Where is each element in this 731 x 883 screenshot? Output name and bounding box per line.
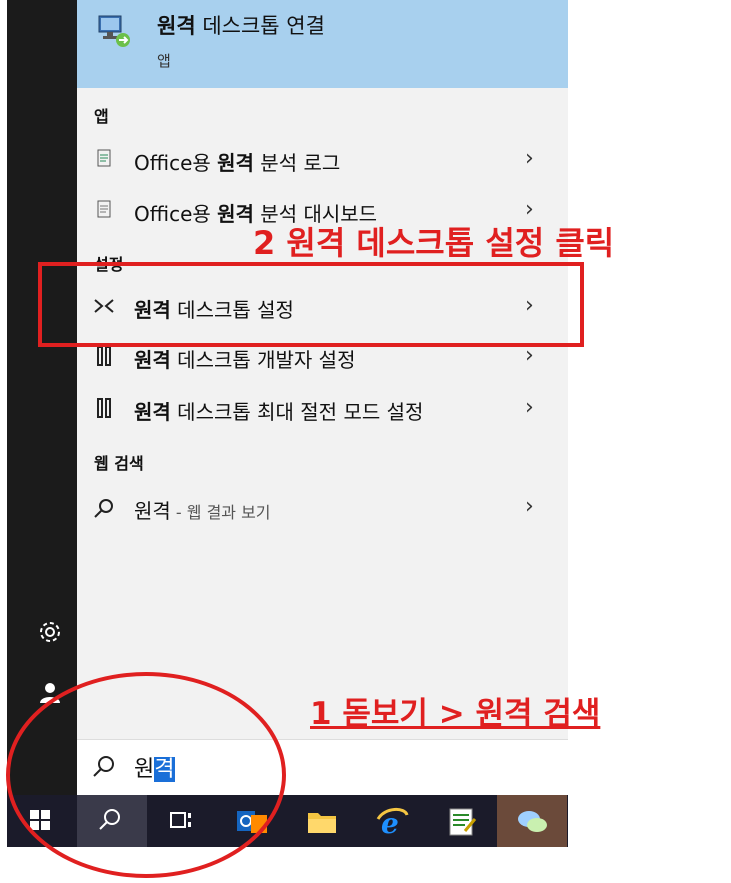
- document-icon: [93, 200, 115, 222]
- list-item-web-search[interactable]: 원격 - 웹 결과 보기 ›: [77, 485, 568, 533]
- tools-icon: [93, 398, 115, 420]
- annotation-circle: [6, 672, 286, 878]
- tools-icon: [93, 346, 115, 368]
- annotation-step-2: 2 원격 데스크톱 설정 클릭: [253, 224, 615, 262]
- list-item-label: 원격 데스크톱 개발자 설정: [134, 348, 356, 372]
- list-item-label: 원격 데스크톱 최대 절전 모드 설정: [134, 400, 424, 424]
- chevron-right-icon: ›: [525, 494, 534, 519]
- annotation-highlight-box: [38, 262, 584, 347]
- notepad-app-button[interactable]: [427, 795, 497, 847]
- chevron-right-icon: ›: [525, 146, 534, 171]
- top-result-subtitle: 앱: [157, 52, 171, 70]
- section-header-web-search: 웹 검색: [94, 454, 144, 473]
- top-result-title: 원격 데스크톱 연결: [157, 14, 325, 38]
- file-explorer-button[interactable]: [287, 795, 357, 847]
- chevron-right-icon: ›: [525, 395, 534, 420]
- list-item-label: Office용 원격 분석 로그: [134, 151, 341, 175]
- internet-explorer-icon: e: [376, 807, 409, 839]
- internet-explorer-button[interactable]: e: [357, 795, 427, 847]
- annotation-step-1: 1 돋보기 > 원격 검색: [310, 696, 601, 732]
- messenger-app-button[interactable]: [497, 795, 567, 847]
- list-item-label: 원격 - 웹 결과 보기: [134, 499, 271, 523]
- list-item-office-log[interactable]: Office용 원격 분석 로그 ›: [77, 137, 568, 185]
- list-item-remote-desktop-hibernate-settings[interactable]: 원격 데스크톱 최대 절전 모드 설정 ›: [77, 386, 568, 434]
- gear-icon[interactable]: [37, 620, 63, 646]
- document-icon: [93, 149, 115, 171]
- search-icon: [93, 497, 115, 519]
- remote-desktop-icon: [97, 14, 130, 47]
- notepad-icon: [449, 808, 477, 836]
- section-header-apps: 앱: [94, 107, 109, 126]
- folder-icon: [308, 813, 336, 833]
- chat-bubbles-icon: [518, 811, 547, 832]
- top-result-remote-desktop-connection[interactable]: 원격 데스크톱 연결 앱: [77, 0, 568, 88]
- start-left-rail: [7, 0, 77, 795]
